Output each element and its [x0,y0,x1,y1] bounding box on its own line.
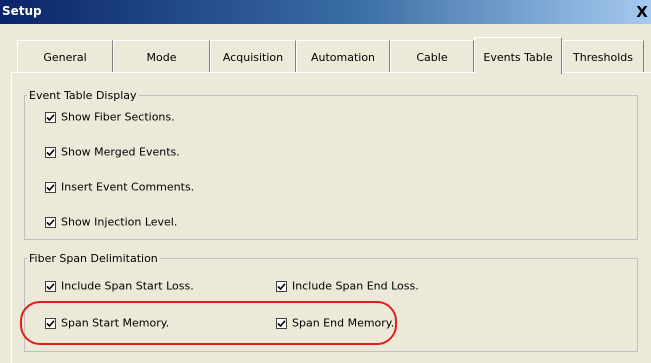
group-legend: Fiber Span Delimitation [29,252,158,265]
checkbox-label: Include Span Start Loss. [61,279,194,293]
checkbox-label: Show Injection Level. [61,215,178,229]
checkbox-show-fiber-sections[interactable]: Show Fiber Sections. [45,110,175,124]
tab-label: Thresholds [573,51,633,64]
tab-events-table[interactable]: Events Table [474,37,562,74]
tab-acquisition[interactable]: Acquisition [210,40,296,72]
check-icon [45,111,56,123]
checkbox-label: Insert Event Comments. [61,180,195,194]
tab-mode[interactable]: Mode [113,40,210,72]
check-icon [45,216,56,228]
tab-label: Acquisition [222,51,284,64]
tab-thresholds[interactable]: Thresholds [562,40,644,72]
checkbox-label: Include Span End Loss. [292,279,419,293]
tab-automation[interactable]: Automation [296,40,390,72]
tab-label: Cable [416,51,448,64]
checkbox-include-span-end-loss[interactable]: Include Span End Loss. [276,279,419,293]
check-icon [45,146,56,158]
checkbox-label: Show Merged Events. [61,145,180,159]
tab-label: Mode [146,51,177,64]
highlight-annotation [20,301,397,345]
tab-label: Events Table [483,51,553,64]
group-legend: Event Table Display [29,89,137,102]
tab-cable[interactable]: Cable [390,40,474,72]
tab-label: Automation [310,51,376,64]
checkbox-insert-event-comments[interactable]: Insert Event Comments. [45,180,194,194]
tab-general[interactable]: General [17,40,113,72]
check-icon [45,181,56,193]
checkbox-include-span-start-loss[interactable]: Include Span Start Loss. [45,279,194,293]
check-icon [276,280,287,292]
checkbox-show-merged-events[interactable]: Show Merged Events. [45,145,180,159]
checkbox-show-injection-level[interactable]: Show Injection Level. [45,215,177,229]
tab-label: General [43,51,87,64]
checkbox-label: Show Fiber Sections. [61,110,175,124]
check-icon [45,280,56,292]
